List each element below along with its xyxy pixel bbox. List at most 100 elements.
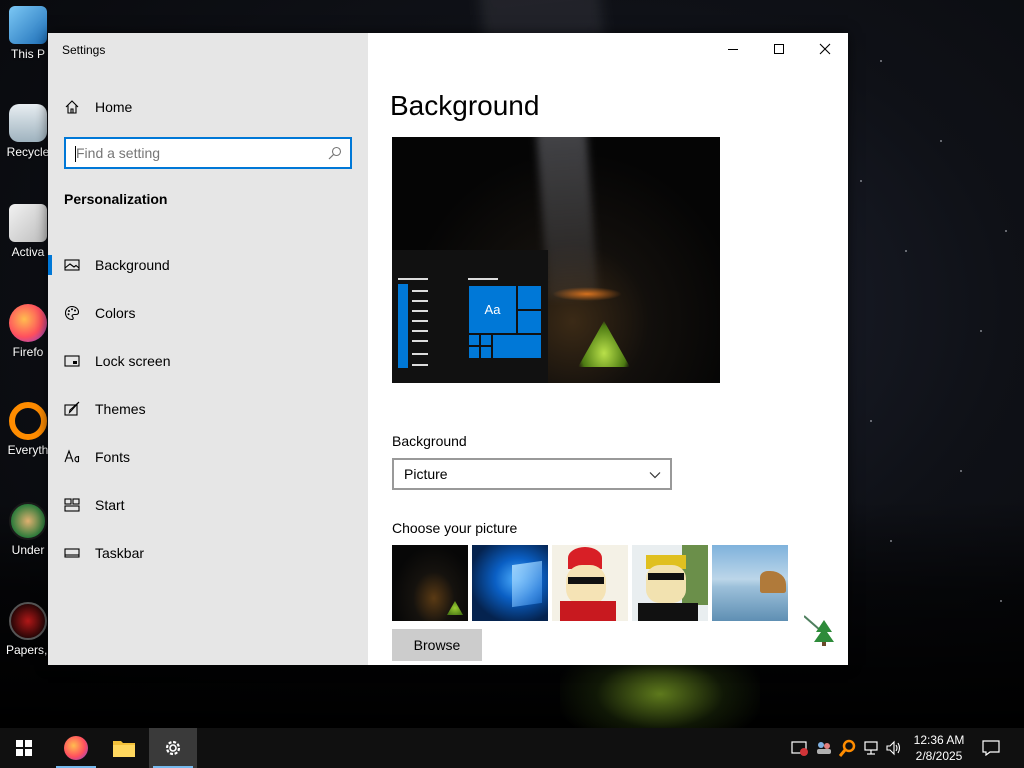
settings-window: Settings Home Personalization xyxy=(48,33,848,665)
clock-time: 12:36 AM xyxy=(913,733,965,747)
page-title: Background xyxy=(390,90,540,121)
close-icon xyxy=(819,43,831,55)
sidebar-item-label: Taskbar xyxy=(95,545,145,561)
sidebar-item-home[interactable]: Home xyxy=(64,97,132,117)
desktop-icon-this-pc[interactable]: This P xyxy=(6,6,50,61)
preview-tile: Aa xyxy=(468,285,517,334)
background-preview: Aa xyxy=(392,137,720,383)
sidebar-item-colors[interactable]: Colors xyxy=(48,289,368,337)
desktop-icon-label: This P xyxy=(10,47,45,61)
background-label: Background xyxy=(392,433,467,449)
sidebar-item-themes[interactable]: Themes xyxy=(48,385,368,433)
brush-icon xyxy=(64,401,80,416)
chevron-down-icon xyxy=(649,472,661,479)
window-title: Settings xyxy=(62,43,106,57)
sidebar-item-label: Start xyxy=(95,497,125,513)
undertale-icon xyxy=(9,502,47,540)
papers-please-icon xyxy=(9,602,47,640)
people-icon xyxy=(817,742,831,754)
desktop-icon-recycle-bin[interactable]: Recycle xyxy=(6,104,50,159)
desktop-icon-label: Activa xyxy=(11,245,45,259)
fonts-icon xyxy=(64,449,80,463)
choose-picture-label: Choose your picture xyxy=(392,520,518,536)
sidebar-nav: Background Colors Lock screen Themes Fon… xyxy=(48,241,368,577)
maximize-button[interactable] xyxy=(756,33,802,65)
lock-screen-icon xyxy=(64,355,80,367)
search-icon[interactable] xyxy=(328,146,342,160)
notification-icon xyxy=(982,740,1000,756)
sidebar-item-start[interactable]: Start xyxy=(48,481,368,529)
picture-thumbnail[interactable] xyxy=(552,545,628,621)
shield-alert-icon xyxy=(791,741,808,756)
sidebar-item-fonts[interactable]: Fonts xyxy=(48,433,368,481)
sidebar-item-background[interactable]: Background xyxy=(48,241,368,289)
desktop-icon-undertale[interactable]: Under xyxy=(6,502,50,557)
windows-logo-icon xyxy=(16,740,32,756)
taskbar-icon xyxy=(64,548,80,558)
dropdown-value: Picture xyxy=(404,466,448,482)
sidebar-item-taskbar[interactable]: Taskbar xyxy=(48,529,368,577)
sidebar-item-label: Themes xyxy=(95,401,146,417)
desktop-icon-label: Under xyxy=(11,543,45,557)
recycle-bin-icon xyxy=(9,104,47,142)
browse-button[interactable]: Browse xyxy=(392,629,482,661)
desktop-icon-firefox[interactable]: Firefo xyxy=(6,304,50,359)
tray-network-icon[interactable] xyxy=(862,738,882,758)
desktop-icon-label: Everyth xyxy=(7,443,49,457)
taskbar: 12:36 AM 2/8/2025 xyxy=(0,728,1024,768)
firefox-icon xyxy=(64,736,88,760)
picture-thumbnail[interactable] xyxy=(392,545,468,621)
sidebar-item-label: Fonts xyxy=(95,449,131,465)
minimize-button[interactable] xyxy=(710,33,756,65)
network-icon xyxy=(864,741,878,755)
settings-content: Background Aa Background Picture Choose … xyxy=(368,33,848,665)
search-box xyxy=(64,137,352,169)
desktop-icon-label: Firefo xyxy=(12,345,44,359)
taskbar-settings[interactable] xyxy=(149,728,197,768)
sidebar-item-label: Home xyxy=(95,99,133,115)
picture-thumbnail[interactable] xyxy=(632,545,708,621)
tray-security-icon[interactable] xyxy=(790,738,810,758)
firefox-icon xyxy=(9,304,47,342)
start-icon xyxy=(64,498,80,512)
taskbar-firefox[interactable] xyxy=(52,728,100,768)
folder-icon xyxy=(9,204,47,242)
picture-thumbnails xyxy=(392,545,788,621)
background-type-dropdown[interactable]: Picture xyxy=(392,458,672,490)
taskbar-clock[interactable]: 12:36 AM 2/8/2025 xyxy=(906,732,972,764)
tray-search-icon[interactable] xyxy=(838,738,858,758)
palette-icon xyxy=(64,305,80,321)
sidebar-item-label: Lock screen xyxy=(95,353,171,369)
section-title: Personalization xyxy=(64,191,168,207)
sidebar-item-label: Colors xyxy=(95,305,136,321)
tree-icon xyxy=(804,615,834,646)
gear-icon xyxy=(165,740,181,756)
picture-thumbnail[interactable] xyxy=(472,545,548,621)
sidebar-item-label: Background xyxy=(95,257,170,273)
desktop-icon-label: Recycle xyxy=(6,145,50,159)
desktop-icon-papers-please[interactable]: Papers, F xyxy=(6,602,59,657)
computer-icon xyxy=(9,6,47,44)
search-input[interactable] xyxy=(66,139,316,167)
settings-sidebar: Settings Home Personalization xyxy=(48,33,368,665)
action-center-button[interactable] xyxy=(981,738,1001,758)
desktop-icon-everything[interactable]: Everyth xyxy=(6,402,50,457)
tray-volume-icon[interactable] xyxy=(884,738,904,758)
clock-date: 2/8/2025 xyxy=(915,749,963,763)
close-button[interactable] xyxy=(802,33,848,65)
tray-people-icon[interactable] xyxy=(814,738,834,758)
start-menu-mockup: Aa xyxy=(392,250,548,383)
taskbar-file-explorer[interactable] xyxy=(100,728,148,768)
start-button[interactable] xyxy=(0,728,48,768)
text-caret xyxy=(75,146,76,162)
home-icon xyxy=(65,100,79,114)
desktop-icon-label: Papers, F xyxy=(6,643,59,657)
minimize-icon xyxy=(728,49,738,50)
picture-thumbnail[interactable] xyxy=(712,545,788,621)
sidebar-item-lock-screen[interactable]: Lock screen xyxy=(48,337,368,385)
speaker-icon xyxy=(886,740,901,756)
magnifier-icon xyxy=(839,739,856,757)
desktop-icon-activate[interactable]: Activa xyxy=(6,204,50,259)
picture-icon xyxy=(64,259,80,271)
window-controls xyxy=(710,33,848,65)
